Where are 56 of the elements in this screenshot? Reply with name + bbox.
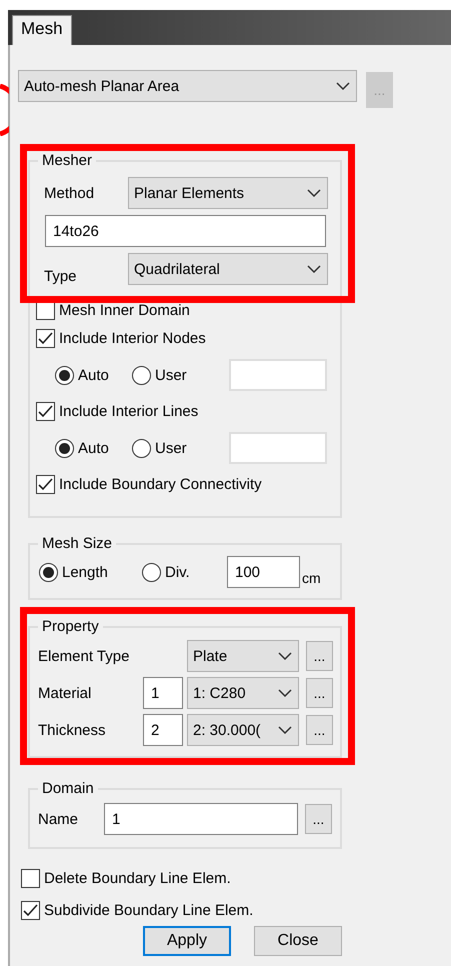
radio-button[interactable]: User bbox=[132, 438, 214, 458]
checkbox[interactable]: Mesh Inner Domain bbox=[36, 301, 340, 320]
checkmark-icon bbox=[23, 904, 38, 917]
chevron-down-icon bbox=[307, 265, 321, 273]
group-title: Property bbox=[41, 618, 100, 635]
input-field[interactable] bbox=[229, 432, 327, 464]
input-field[interactable]: 1 bbox=[143, 677, 183, 709]
field-label: Material bbox=[38, 684, 92, 702]
field-label: Element Type bbox=[38, 648, 130, 664]
dropdown[interactable]: 2: 30.000( bbox=[187, 714, 299, 746]
dialog-button[interactable]: Apply bbox=[143, 926, 231, 956]
radio-button[interactable]: Length bbox=[39, 563, 142, 582]
checkbox[interactable]: Subdivide Boundary Line Elem. bbox=[21, 901, 451, 920]
input-field[interactable]: 2 bbox=[143, 714, 183, 746]
checkbox[interactable]: Include Boundary Connectivity bbox=[36, 475, 340, 494]
radio-button[interactable]: Div. bbox=[142, 563, 227, 582]
radio-button[interactable]: Auto bbox=[55, 366, 117, 384]
chevron-down-icon bbox=[307, 189, 321, 197]
checkmark-icon bbox=[38, 405, 53, 418]
radio-dot-icon bbox=[59, 370, 70, 380]
group-title: Domain bbox=[41, 780, 95, 797]
checkmark-icon bbox=[38, 478, 53, 491]
input-field[interactable]: 1 bbox=[104, 803, 298, 835]
input-field[interactable]: 14to26 bbox=[45, 215, 326, 247]
radio-dot-icon bbox=[59, 442, 70, 454]
field-label: Method bbox=[44, 184, 96, 202]
radio-button[interactable]: User bbox=[132, 366, 214, 384]
input-field[interactable]: 100 bbox=[227, 556, 300, 588]
chevron-down-icon bbox=[278, 689, 292, 697]
checkbox[interactable]: Include Interior Nodes bbox=[36, 329, 340, 348]
more-button[interactable]: ... bbox=[305, 804, 332, 834]
chevron-down-icon bbox=[336, 82, 350, 90]
group-title: Mesher bbox=[41, 152, 94, 169]
checkbox[interactable]: Delete Boundary Line Elem. bbox=[21, 869, 451, 888]
dropdown[interactable]: 1: C280 bbox=[187, 677, 299, 709]
field-label: Name bbox=[38, 810, 80, 828]
chevron-down-icon bbox=[278, 726, 292, 734]
field-label: Thickness bbox=[38, 722, 107, 738]
checkbox[interactable]: Include Interior Lines bbox=[36, 402, 340, 421]
unit-label: cm bbox=[302, 570, 321, 586]
more-button[interactable]: ... bbox=[306, 641, 333, 671]
tab[interactable]: Mesh bbox=[12, 15, 72, 45]
input-field[interactable] bbox=[229, 359, 327, 391]
dropdown[interactable]: Quadrilateral bbox=[128, 253, 328, 285]
field-label: Type bbox=[44, 266, 78, 284]
dropdown[interactable]: Plate bbox=[187, 640, 299, 672]
dropdown[interactable]: Planar Elements bbox=[128, 177, 328, 209]
more-button[interactable]: ... bbox=[306, 678, 333, 708]
more-button[interactable]: ... bbox=[306, 715, 333, 745]
radio-dot-icon bbox=[43, 567, 54, 578]
chevron-down-icon bbox=[278, 652, 292, 660]
radio-button[interactable]: Auto bbox=[55, 438, 117, 458]
checkmark-icon bbox=[38, 332, 53, 345]
dialog-button[interactable]: Close bbox=[254, 926, 342, 956]
group-title: Mesh Size bbox=[41, 535, 114, 552]
dropdown[interactable]: Auto-mesh Planar Area bbox=[18, 70, 357, 102]
